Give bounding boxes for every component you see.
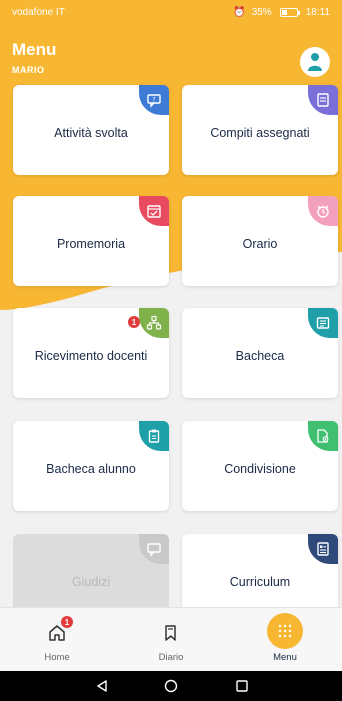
menu-grid: ? Attività svolta Compiti assegnati Prom… [0, 0, 342, 701]
nav-label: Home [44, 652, 70, 663]
bookmark-icon [165, 625, 176, 641]
notification-badge: 1 [61, 616, 73, 628]
bookmark-icon-wrap [161, 620, 181, 646]
tile-bacheca-alunno[interactable]: Bacheca alunno [13, 421, 169, 511]
nav-label: Diario [158, 652, 184, 663]
tile-label: Attività svolta [54, 126, 128, 140]
task-list-icon [308, 85, 338, 115]
tile-label: Promemoria [56, 237, 126, 251]
board-icon [308, 308, 338, 338]
nav-home[interactable]: 1 Home [0, 608, 114, 672]
tile-promemoria[interactable]: Promemoria [13, 196, 169, 286]
clipboard-icon [139, 421, 169, 451]
recents-icon[interactable] [233, 677, 251, 695]
tile-label: Bacheca alunno [46, 462, 136, 476]
home-icon-wrap: 1 [47, 616, 73, 646]
tile-label: Condivisione [224, 462, 296, 476]
nav-menu[interactable]: Menu [228, 608, 342, 672]
teachers-meeting-icon [139, 308, 169, 338]
svg-text:?: ? [152, 97, 155, 104]
curriculum-icon [308, 534, 338, 564]
tile-label: Bacheca [235, 349, 285, 363]
system-nav-bar [0, 671, 342, 701]
tile-label: Curriculum [229, 575, 291, 589]
tile-label: Compiti assegnati [210, 126, 310, 140]
share-document-icon [308, 421, 338, 451]
calendar-check-icon [139, 196, 169, 226]
tile-label: Orario [242, 237, 278, 251]
tile-label: Giudizi [71, 575, 111, 589]
home-circle-icon[interactable] [162, 677, 180, 695]
comment-icon [139, 534, 169, 564]
tile-bacheca[interactable]: Bacheca [182, 308, 338, 398]
tile-orario[interactable]: Orario [182, 196, 338, 286]
chat-question-icon: ? [139, 85, 169, 115]
menu-grid-icon [267, 613, 303, 649]
alarm-clock-icon [308, 196, 338, 226]
tile-ricevimento-docenti[interactable]: 1 Ricevimento docenti [13, 308, 169, 398]
tile-condivisione[interactable]: Condivisione [182, 421, 338, 511]
tile-attivita-svolta[interactable]: ? Attività svolta [13, 85, 169, 175]
nav-label: Menu [273, 652, 297, 663]
tile-label: Ricevimento docenti [34, 349, 148, 363]
tile-compiti-assegnati[interactable]: Compiti assegnati [182, 85, 338, 175]
bottom-navigation: 1 Home Diario Menu [0, 607, 342, 671]
back-icon[interactable] [93, 677, 111, 695]
nav-diario[interactable]: Diario [114, 608, 228, 672]
